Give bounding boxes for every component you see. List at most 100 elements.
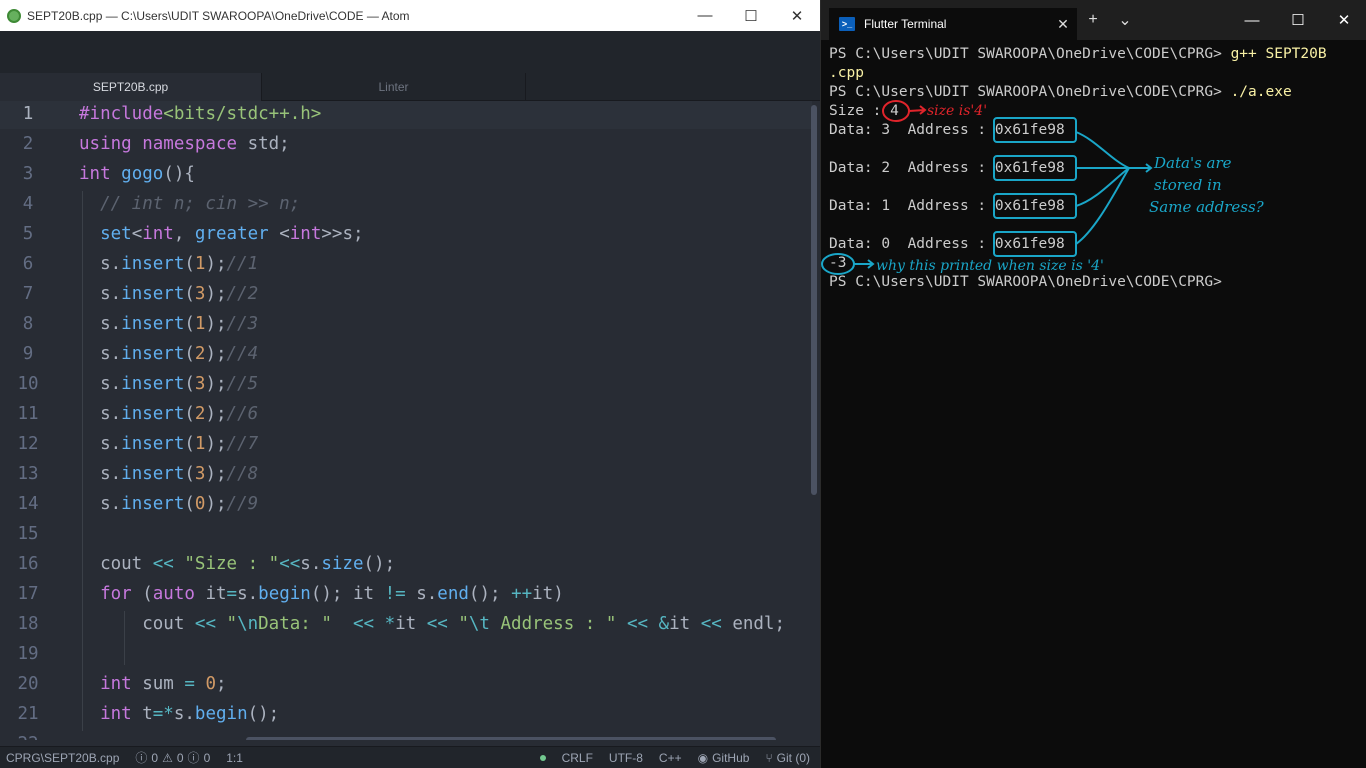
code-line[interactable]: 9 s.insert(2);//4: [0, 339, 812, 369]
code-line[interactable]: 16 cout << "Size : "<<s.size();: [0, 549, 812, 579]
code-line[interactable]: 19: [0, 639, 812, 669]
terminal-line: PS C:\Users\UDIT SWAROOPA\OneDrive\CODE\…: [829, 273, 1222, 292]
code-token: ++: [511, 584, 533, 604]
line-number[interactable]: 11: [0, 399, 56, 429]
maximize-button[interactable]: ☐: [728, 0, 774, 31]
git-panel-button[interactable]: ⑂ Git (0): [765, 751, 810, 765]
vertical-scrollbar[interactable]: [811, 105, 817, 495]
terminal-maximize-button[interactable]: ☐: [1275, 0, 1321, 40]
line-number[interactable]: 2: [0, 129, 56, 159]
code-line[interactable]: 18 cout << "\nData: " << *it << "\t Addr…: [0, 609, 812, 639]
line-ending[interactable]: CRLF: [562, 751, 593, 765]
code-line[interactable]: 17 for (auto it=s.begin(); it != s.end()…: [0, 579, 812, 609]
code-token: t: [142, 704, 153, 724]
grammar-selector[interactable]: C++: [659, 751, 682, 765]
line-code: using namespace std;: [79, 129, 290, 159]
code-token: (){: [163, 164, 195, 184]
line-number[interactable]: 16: [0, 549, 56, 579]
code-line[interactable]: 20 int sum = 0;: [0, 669, 812, 699]
minus3-arrow-annotation: [854, 259, 875, 269]
powershell-icon: >_: [839, 17, 855, 31]
line-number[interactable]: 7: [0, 279, 56, 309]
line-number[interactable]: 9: [0, 339, 56, 369]
status-bar: CPRG\SEPT20B.cpp ⓘ 0 ⚠ 0 ⓘ 0 1:1 CRLF UT…: [0, 746, 820, 768]
code-line[interactable]: 4 // int n; cin >> n;: [0, 189, 812, 219]
terminal-line: Size : 4: [829, 102, 899, 121]
code-line[interactable]: 10 s.insert(3);//5: [0, 369, 812, 399]
code-token: it): [532, 584, 564, 604]
atom-titlebar: SEPT20B.cpp — C:\Users\UDIT SWAROOPA\One…: [0, 0, 820, 31]
terminal-line: Data: 2 Address : 0x61fe98: [829, 159, 1065, 178]
address-note-line-1: Data's are: [1153, 154, 1232, 172]
code-token: ,: [173, 224, 195, 244]
code-editor[interactable]: 1 #include<bits/stdc++.h> 2 using namespace…: [0, 101, 820, 740]
address-note-line-2: stored in: [1154, 176, 1222, 194]
github-icon: ◉: [697, 750, 709, 765]
code-token: s.: [79, 374, 122, 394]
size-note-text: size is'4': [927, 103, 987, 119]
code-token: s.: [79, 314, 122, 334]
code-line[interactable]: 8 s.insert(1);//3: [0, 309, 812, 339]
code-line[interactable]: 21 int t=*s.begin();: [0, 699, 812, 729]
code-line[interactable]: 2 using namespace std;: [0, 129, 812, 159]
code-token: sum: [142, 674, 185, 694]
github-panel-button[interactable]: ◉ GitHub: [698, 751, 750, 765]
git-icon: ⑂: [765, 750, 773, 765]
tab-linter[interactable]: Linter: [262, 73, 526, 101]
line-number[interactable]: 22: [0, 729, 56, 740]
line-code: cout << "Size : "<<s.size();: [79, 549, 395, 579]
line-number[interactable]: 17: [0, 579, 56, 609]
code-line[interactable]: 5 set<int, greater <int>>s;: [0, 219, 812, 249]
horizontal-scrollbar[interactable]: [246, 737, 776, 740]
linter-counts[interactable]: ⓘ 0 ⚠ 0 ⓘ 0: [135, 749, 210, 766]
line-number[interactable]: 4: [0, 189, 56, 219]
file-path[interactable]: CPRG\SEPT20B.cpp: [6, 751, 119, 765]
code-line[interactable]: 14 s.insert(0);//9: [0, 489, 812, 519]
code-line[interactable]: 6 s.insert(1);//1: [0, 249, 812, 279]
line-number[interactable]: 14: [0, 489, 56, 519]
dropdown-chevron-icon[interactable]: ⌄: [1109, 10, 1141, 30]
cursor-position[interactable]: 1:1: [226, 751, 243, 765]
line-number[interactable]: 3: [0, 159, 56, 189]
line-code: int sum = 0;: [79, 669, 226, 699]
code-token: //7: [226, 434, 259, 454]
code-line[interactable]: 15: [0, 519, 812, 549]
line-number[interactable]: 18: [0, 609, 56, 639]
close-button[interactable]: ✕: [774, 0, 820, 31]
line-number[interactable]: 15: [0, 519, 56, 549]
line-number[interactable]: 5: [0, 219, 56, 249]
line-code: s.insert(3);//8: [79, 459, 258, 489]
terminal-minimize-button[interactable]: —: [1229, 0, 1275, 40]
terminal-tab[interactable]: >_ Flutter Terminal ✕: [829, 8, 1077, 40]
line-number[interactable]: 12: [0, 429, 56, 459]
new-tab-button[interactable]: +: [1077, 11, 1109, 29]
code-line[interactable]: 1 #include<bits/stdc++.h>: [0, 101, 812, 129]
line-code: for (auto it=s.begin(); it != s.end(); +…: [79, 579, 564, 609]
code-token: 3: [194, 374, 206, 394]
line-number[interactable]: 21: [0, 699, 56, 729]
indent-guide: [124, 611, 125, 665]
terminal-line: PS C:\Users\UDIT SWAROOPA\OneDrive\CODE\…: [829, 45, 1327, 64]
code-line[interactable]: 3 int gogo(){: [0, 159, 812, 189]
terminal-close-button[interactable]: ✕: [1321, 0, 1366, 40]
line-number[interactable]: 1: [0, 101, 56, 129]
line-number[interactable]: 20: [0, 669, 56, 699]
terminal-window: >_ Flutter Terminal ✕ + ⌄ — ☐ ✕ PS C:\Us…: [820, 0, 1366, 768]
line-number[interactable]: 19: [0, 639, 56, 669]
close-tab-icon[interactable]: ✕: [1049, 16, 1077, 33]
code-line[interactable]: 12 s.insert(1);//7: [0, 429, 812, 459]
code-line[interactable]: 13 s.insert(3);//8: [0, 459, 812, 489]
code-line[interactable]: 7 s.insert(3);//2: [0, 279, 812, 309]
code-token: <<: [626, 614, 659, 634]
code-token: <<: [426, 614, 459, 634]
line-number[interactable]: 10: [0, 369, 56, 399]
minimize-button[interactable]: —: [682, 0, 728, 31]
line-number[interactable]: 13: [0, 459, 56, 489]
code-line[interactable]: 11 s.insert(2);//6: [0, 399, 812, 429]
line-number[interactable]: 8: [0, 309, 56, 339]
tab-sept20b-cpp[interactable]: SEPT20B.cpp: [0, 73, 262, 101]
code-token: //6: [226, 404, 259, 424]
file-encoding[interactable]: UTF-8: [609, 751, 643, 765]
code-token: =: [226, 584, 238, 604]
line-number[interactable]: 6: [0, 249, 56, 279]
